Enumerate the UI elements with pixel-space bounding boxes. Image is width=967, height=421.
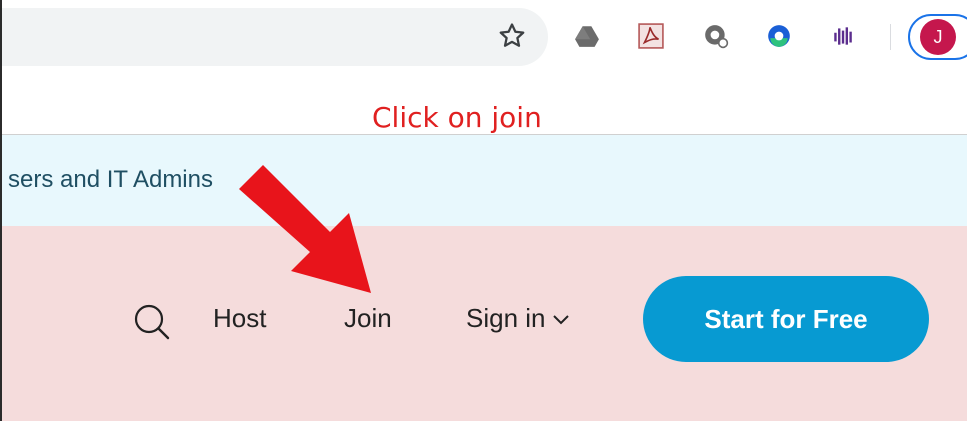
star-icon[interactable] (497, 21, 527, 51)
start-for-free-button[interactable]: Start for Free (643, 276, 929, 362)
join-link[interactable]: Join (344, 303, 392, 334)
address-bar[interactable] (0, 8, 548, 66)
pdf-extension-icon[interactable] (638, 23, 664, 49)
q-extension-icon[interactable] (703, 23, 729, 49)
bars-extension-icon[interactable] (831, 23, 857, 49)
site-header: Host Join Sign in Start for Free (2, 226, 967, 421)
annotation-text: Click on join (372, 101, 542, 134)
toolbar-divider (890, 24, 891, 50)
avatar[interactable]: J (920, 19, 956, 55)
banner-text[interactable]: sers and IT Admins (8, 166, 213, 194)
circle-extension-icon[interactable] (766, 23, 792, 49)
info-banner: sers and IT Admins (2, 135, 967, 226)
chevron-down-icon (552, 315, 569, 325)
google-drive-icon[interactable] (574, 23, 600, 49)
search-icon[interactable] (130, 300, 174, 344)
sign-in-dropdown[interactable]: Sign in (466, 303, 570, 334)
left-window-edge (0, 0, 2, 421)
host-link[interactable]: Host (213, 303, 266, 334)
sign-in-label: Sign in (466, 303, 546, 333)
browser-toolbar: J (0, 0, 967, 72)
